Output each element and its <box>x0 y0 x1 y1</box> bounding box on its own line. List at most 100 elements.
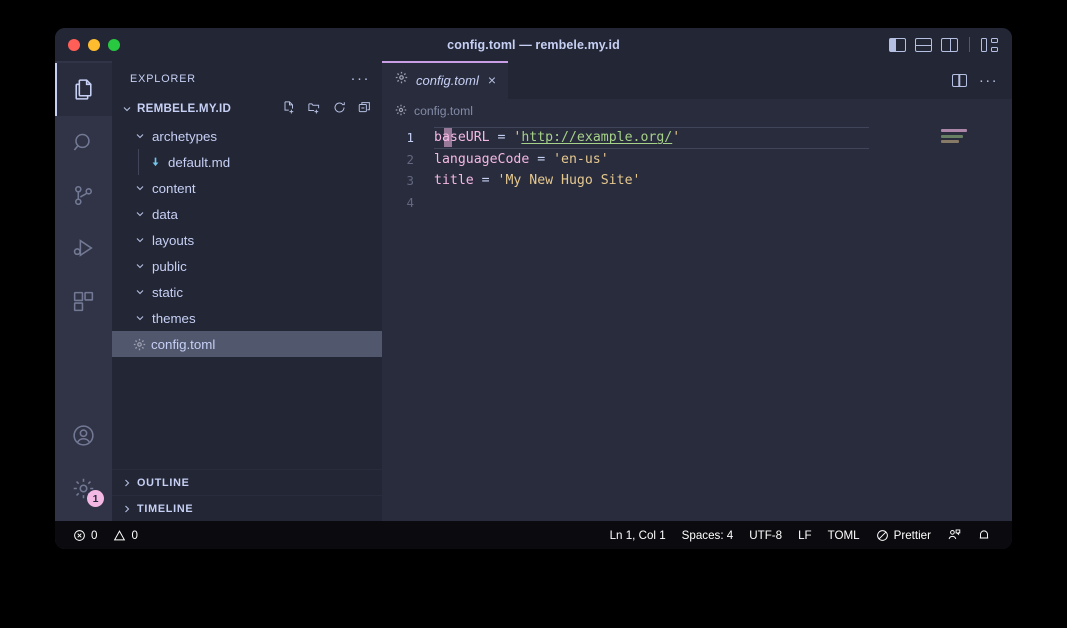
line-endings[interactable]: LF <box>790 529 820 542</box>
minimap[interactable] <box>939 123 1001 521</box>
chevron-right-icon <box>119 477 135 489</box>
tree-item-label: data <box>152 206 178 222</box>
code-lines[interactable]: 1 baseURL = 'http://example.org/' 2 lang… <box>382 123 939 521</box>
split-editor-icon[interactable] <box>951 73 967 87</box>
tree-item-archetypes[interactable]: archetypes <box>112 123 382 149</box>
divider <box>969 37 970 52</box>
tree-item-default-md[interactable]: default.md <box>112 149 382 175</box>
tree-item-label: config.toml <box>151 336 216 352</box>
error-count[interactable]: 0 <box>65 529 105 542</box>
text-cursor <box>444 128 452 147</box>
new-file-icon[interactable] <box>282 100 297 118</box>
chevron-down-icon <box>132 208 148 220</box>
tree-item-config-toml[interactable]: config.toml <box>112 331 382 357</box>
token-link[interactable]: http://example.org/ <box>521 130 672 145</box>
code-line: 2 languageCode = 'en-us' <box>382 149 939 171</box>
close-window-button[interactable] <box>68 38 80 51</box>
chevron-down-icon <box>132 286 148 298</box>
line-number: 3 <box>406 173 414 189</box>
more-actions-icon[interactable]: ··· <box>979 73 998 88</box>
token-key: title <box>434 173 474 189</box>
breadcrumb-label: config.toml <box>414 104 473 118</box>
notifications[interactable] <box>969 528 999 542</box>
file-tree: archetypes default.md content data layou… <box>112 121 382 357</box>
warning-count[interactable]: 0 <box>105 529 145 542</box>
feedback[interactable] <box>939 528 969 542</box>
sidebar-item-run-and-debug[interactable] <box>55 222 112 275</box>
token-string: 'en-us' <box>553 151 609 167</box>
sidebar-item-explorer[interactable] <box>55 63 112 116</box>
status-left: 0 0 <box>65 529 146 542</box>
cursor-position[interactable]: Ln 1, Col 1 <box>602 529 674 542</box>
tree-item-label: layouts <box>152 232 195 248</box>
circle-slash-icon <box>876 529 889 542</box>
customize-layout-icon[interactable] <box>981 37 998 52</box>
chevron-down-icon <box>132 312 148 324</box>
line-number: 2 <box>406 151 414 167</box>
indentation[interactable]: Spaces: 4 <box>674 529 742 542</box>
language-mode[interactable]: TOML <box>820 529 868 542</box>
gear-icon <box>395 71 408 89</box>
chevron-down-icon <box>132 130 148 142</box>
tab-bar-spacer <box>509 61 952 99</box>
files-icon <box>75 79 92 100</box>
code-line: 4 <box>382 192 939 214</box>
sidebar-item-extensions[interactable] <box>55 275 112 328</box>
code-line: 1 baseURL = 'http://example.org/' <box>382 127 939 149</box>
tree-item-content[interactable]: content <box>112 175 382 201</box>
vscode-window: config.toml — rembele.my.id 1 EXPLORER ·… <box>55 28 1012 549</box>
tab-label: config.toml <box>416 72 479 88</box>
tab-config-toml[interactable]: config.toml × <box>382 61 510 99</box>
bell-icon <box>977 528 991 542</box>
editor-scrollbar[interactable] <box>1001 123 1012 521</box>
extensions-icon <box>73 291 94 312</box>
warning-count-value: 0 <box>131 528 138 542</box>
screenshot-stage: config.toml — rembele.my.id 1 EXPLORER ·… <box>0 0 1067 628</box>
primary-sidebar-icon[interactable] <box>889 37 906 52</box>
new-folder-icon[interactable] <box>307 100 322 118</box>
code-editor[interactable]: 1 baseURL = 'http://example.org/' 2 lang… <box>382 123 1012 521</box>
tree-item-label: static <box>152 284 184 300</box>
encoding[interactable]: UTF-8 <box>741 529 790 542</box>
token-string: 'My New Hugo Site' <box>497 173 641 189</box>
explorer-sidebar: EXPLORER ··· REMBELE.MY.ID archetypes de… <box>112 61 382 521</box>
zoom-window-button[interactable] <box>108 38 120 51</box>
sidebar-item-search[interactable] <box>55 116 112 169</box>
traffic-lights <box>55 38 120 51</box>
sidebar-item-manage-settings[interactable]: 1 <box>55 462 112 515</box>
section-timeline[interactable]: TIMELINE <box>112 495 382 521</box>
layout-controls <box>889 37 1012 52</box>
tree-item-data[interactable]: data <box>112 201 382 227</box>
chevron-down-icon <box>119 103 135 115</box>
close-icon[interactable]: × <box>487 71 497 89</box>
explorer-more-icon[interactable]: ··· <box>351 71 371 86</box>
tree-item-public[interactable]: public <box>112 253 382 279</box>
section-outline[interactable]: OUTLINE <box>112 469 382 495</box>
section-label: OUTLINE <box>137 476 190 489</box>
prettier-label: Prettier <box>893 528 931 542</box>
editor-tab-bar: config.toml × ··· <box>382 61 1012 99</box>
breadcrumb[interactable]: config.toml <box>382 99 1012 123</box>
secondary-sidebar-icon[interactable] <box>941 37 958 52</box>
minimap-line <box>941 129 967 132</box>
tree-item-label: default.md <box>168 154 231 170</box>
collapse-folders-icon[interactable] <box>357 100 372 118</box>
workspace-folder-row[interactable]: REMBELE.MY.ID <box>112 96 382 121</box>
tree-item-layouts[interactable]: layouts <box>112 227 382 253</box>
tree-item-static[interactable]: static <box>112 279 382 305</box>
run-debug-icon <box>73 239 93 257</box>
minimize-window-button[interactable] <box>88 38 100 51</box>
tree-item-label: themes <box>152 310 196 326</box>
editor-actions: ··· <box>951 61 1012 99</box>
explorer-actions <box>282 100 372 118</box>
refresh-explorer-icon[interactable] <box>332 100 347 118</box>
source-control-icon <box>75 185 92 206</box>
prettier-formatter[interactable]: Prettier <box>868 529 939 542</box>
sidebar-item-accounts[interactable] <box>55 409 112 462</box>
code-line: 3 title = 'My New Hugo Site' <box>382 170 939 192</box>
sidebar-item-source-control[interactable] <box>55 169 112 222</box>
tree-item-themes[interactable]: themes <box>112 305 382 331</box>
panel-icon[interactable] <box>915 37 932 52</box>
window-title: config.toml — rembele.my.id <box>447 37 620 52</box>
